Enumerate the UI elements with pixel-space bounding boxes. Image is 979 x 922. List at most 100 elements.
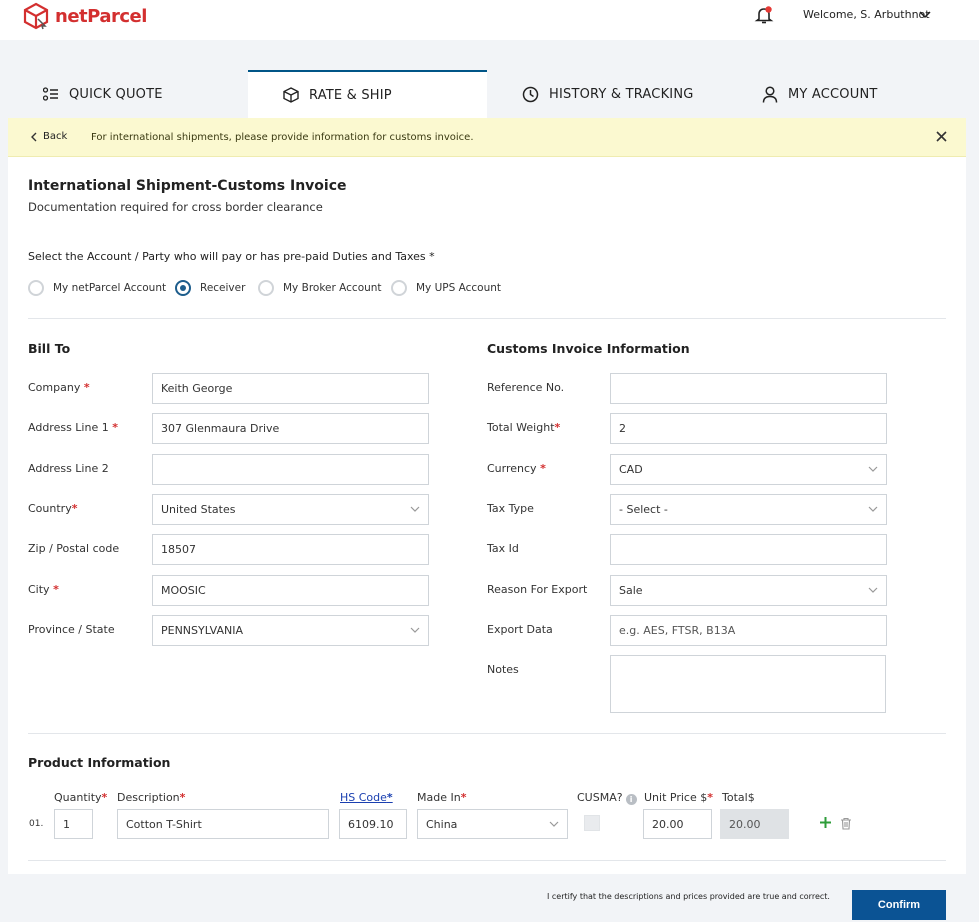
hs-code-header[interactable]: HS Code* bbox=[340, 791, 393, 804]
radio-my-ups-account[interactable]: My UPS Account bbox=[391, 280, 501, 296]
reference-label: Reference No. bbox=[487, 381, 565, 394]
radio-circle-selected bbox=[175, 280, 191, 296]
unit-price-field[interactable]: 20.00 bbox=[643, 809, 712, 839]
address-line-2-label: Address Line 2 bbox=[28, 462, 109, 475]
address-line-1-field[interactable]: 307 Glenmaura Drive bbox=[152, 413, 429, 444]
description-header: Description* bbox=[117, 791, 186, 804]
unit-price-header: Unit Price $* bbox=[644, 791, 713, 804]
payer-select-label: Select the Account / Party who will pay … bbox=[28, 250, 435, 263]
cusma-checkbox[interactable] bbox=[584, 815, 600, 831]
user-icon bbox=[762, 85, 778, 103]
tab-quick-quote[interactable]: QUICK QUOTE bbox=[43, 70, 163, 118]
confirm-button[interactable]: Confirm bbox=[852, 890, 946, 920]
divider bbox=[28, 318, 946, 319]
address-line-2-field[interactable] bbox=[152, 454, 429, 485]
notification-button[interactable] bbox=[754, 5, 774, 25]
radio-label: Receiver bbox=[200, 282, 246, 294]
reason-export-value: Sale bbox=[619, 584, 643, 597]
divider bbox=[28, 733, 946, 734]
back-label: Back bbox=[43, 131, 68, 142]
made-in-select[interactable]: China bbox=[417, 809, 568, 839]
city-field[interactable]: MOOSIC bbox=[152, 575, 429, 606]
notes-label: Notes bbox=[487, 663, 519, 676]
tab-my-account[interactable]: MY ACCOUNT bbox=[762, 70, 878, 118]
banner-message: For international shipments, please prov… bbox=[91, 132, 474, 143]
company-field[interactable]: Keith George bbox=[152, 373, 429, 404]
export-data-field[interactable]: e.g. AES, FTSR, B13A bbox=[610, 615, 887, 646]
page-subtitle: Documentation required for cross border … bbox=[28, 200, 323, 214]
reason-export-label: Reason For Export bbox=[487, 583, 588, 596]
city-label: City * bbox=[28, 583, 59, 596]
customs-invoice-card: Back For international shipments, please… bbox=[8, 118, 966, 874]
radio-circle bbox=[258, 280, 274, 296]
radio-my-netparcel-account[interactable]: My netParcel Account bbox=[28, 280, 166, 296]
chevron-down-icon bbox=[868, 587, 878, 593]
chevron-down-icon bbox=[868, 506, 878, 512]
tab-rate-ship[interactable]: RATE & SHIP bbox=[248, 70, 487, 118]
province-label: Province / State bbox=[28, 623, 115, 636]
logo-text: netParcel bbox=[55, 5, 147, 27]
tax-type-value: - Select - bbox=[619, 503, 668, 516]
tab-label: MY ACCOUNT bbox=[788, 86, 878, 102]
currency-select[interactable]: CAD bbox=[610, 454, 887, 485]
add-row-icon[interactable] bbox=[819, 816, 832, 829]
radio-my-broker-account[interactable]: My Broker Account bbox=[258, 280, 382, 296]
export-data-label: Export Data bbox=[487, 623, 553, 636]
clock-icon bbox=[522, 86, 539, 103]
parcel-logo-icon bbox=[23, 2, 49, 30]
tab-label: HISTORY & TRACKING bbox=[549, 86, 694, 102]
close-icon[interactable] bbox=[936, 131, 947, 142]
province-select[interactable]: PENNSYLVANIA bbox=[152, 615, 429, 646]
chevron-down-icon bbox=[410, 506, 420, 512]
netparcel-logo[interactable]: netParcel bbox=[21, 1, 147, 31]
description-field[interactable]: Cotton T-Shirt bbox=[117, 809, 329, 839]
hs-code-field[interactable]: 6109.10 bbox=[339, 809, 407, 839]
top-header: netParcel Welcome, S. Arbuthnot bbox=[0, 0, 979, 40]
notes-textarea[interactable] bbox=[610, 655, 886, 713]
tab-label: RATE & SHIP bbox=[309, 87, 392, 103]
chevron-left-icon bbox=[31, 132, 37, 141]
radio-label: My netParcel Account bbox=[53, 282, 167, 294]
radio-receiver[interactable]: Receiver bbox=[175, 280, 245, 296]
chevron-down-icon bbox=[868, 466, 878, 472]
tax-id-field[interactable] bbox=[610, 534, 887, 565]
made-in-value: China bbox=[426, 817, 458, 831]
country-select[interactable]: United States bbox=[152, 494, 429, 525]
radio-circle bbox=[391, 280, 407, 296]
tab-history-tracking[interactable]: HISTORY & TRACKING bbox=[522, 70, 694, 118]
cusma-header: CUSMA? i bbox=[577, 791, 637, 805]
box-icon bbox=[283, 87, 299, 103]
reference-field[interactable] bbox=[610, 373, 887, 404]
address-line-1-label: Address Line 1 * bbox=[28, 421, 118, 434]
tax-id-label: Tax Id bbox=[487, 542, 519, 555]
tab-label: QUICK QUOTE bbox=[69, 86, 163, 102]
zip-label: Zip / Postal code bbox=[28, 542, 120, 555]
info-banner: Back For international shipments, please… bbox=[8, 118, 966, 157]
main-tabs: QUICK QUOTE RATE & SHIP HISTORY & TRACKI… bbox=[0, 70, 979, 118]
radio-circle bbox=[28, 280, 44, 296]
total-weight-label: Total Weight* bbox=[487, 421, 561, 434]
page-title: International Shipment-Customs Invoice bbox=[28, 178, 347, 194]
quantity-field[interactable]: 1 bbox=[54, 809, 93, 839]
country-value: United States bbox=[161, 503, 236, 516]
chevron-down-icon[interactable] bbox=[919, 9, 931, 19]
trash-icon[interactable] bbox=[840, 817, 852, 830]
radio-label: My Broker Account bbox=[283, 282, 382, 294]
radio-label: My UPS Account bbox=[416, 282, 502, 294]
zip-field[interactable]: 18507 bbox=[152, 534, 429, 565]
chevron-down-icon bbox=[549, 821, 559, 827]
welcome-user[interactable]: Welcome, S. Arbuthnot bbox=[803, 8, 930, 21]
chevron-down-icon bbox=[410, 627, 420, 633]
certify-text: I certify that the descriptions and pric… bbox=[547, 892, 830, 901]
divider bbox=[28, 860, 946, 861]
quantity-header: Quantity* bbox=[54, 791, 108, 804]
tax-type-select[interactable]: - Select - bbox=[610, 494, 887, 525]
back-button[interactable]: Back bbox=[30, 131, 67, 142]
bell-icon bbox=[754, 6, 774, 24]
bill-to-heading: Bill To bbox=[28, 341, 71, 356]
reason-export-select[interactable]: Sale bbox=[610, 575, 887, 606]
total-field: 20.00 bbox=[720, 809, 789, 839]
info-icon[interactable]: i bbox=[625, 794, 637, 805]
total-header: Total$ bbox=[722, 791, 755, 804]
total-weight-field[interactable]: 2 bbox=[610, 413, 887, 444]
